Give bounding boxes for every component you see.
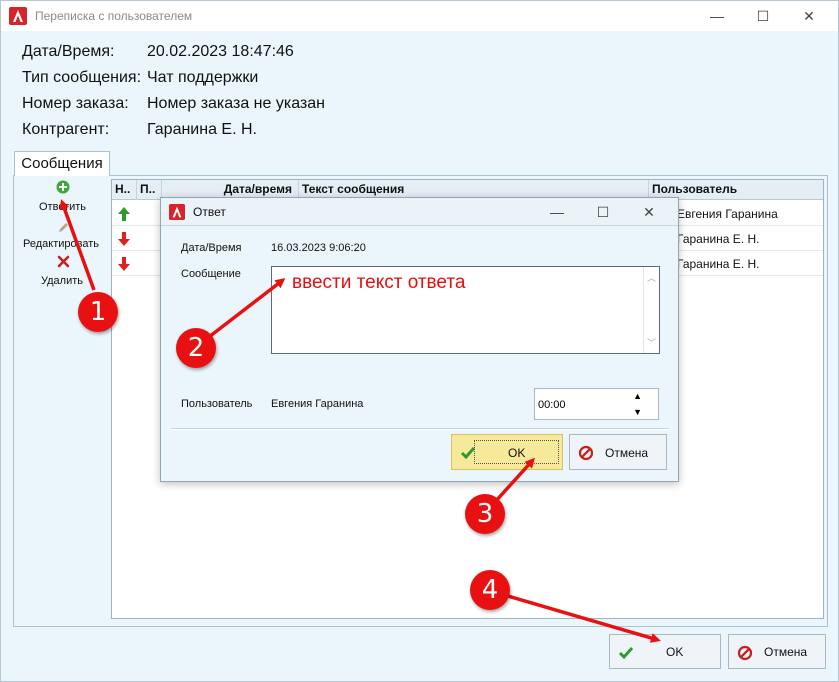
scroll-up-icon[interactable]: ︿	[644, 271, 659, 284]
title-bar: Переписка с пользователем — ☐ ✕	[1, 1, 838, 31]
close-button[interactable]: ✕	[786, 1, 832, 31]
dialog-title-bar: Ответ — ☐ ✕	[161, 198, 678, 226]
time-input[interactable]: 00:00 ▲ ▼	[534, 388, 659, 420]
tab-messages[interactable]: Сообщения	[14, 151, 110, 176]
dialog-cancel-button[interactable]: Отмена	[569, 434, 667, 470]
info-datetime-value: 20.02.2023 18:47:46	[147, 43, 294, 60]
add-icon[interactable]	[56, 180, 70, 194]
edit-icon[interactable]	[57, 220, 69, 234]
dialog-separator	[171, 428, 669, 430]
info-counterparty-value: Гаранина Е. Н.	[147, 121, 257, 138]
cancel-button-label: Отмена	[764, 645, 808, 659]
row-user: Гаранина Е. Н.	[677, 232, 760, 246]
dialog-message-label: Сообщение	[181, 268, 241, 280]
reply-button[interactable]: Ответить	[39, 201, 86, 213]
dialog-ok-button[interactable]: OK	[451, 434, 563, 470]
minimize-button[interactable]: —	[694, 1, 740, 31]
annotation-badge-2: 2	[176, 328, 216, 368]
maximize-icon: ☐	[596, 203, 610, 220]
dialog-minimize-button[interactable]: —	[534, 198, 580, 226]
cancel-button[interactable]: Отмена	[728, 634, 826, 669]
info-order-number-value: Номер заказа не указан	[147, 95, 325, 112]
column-header-p[interactable]: П..	[137, 180, 162, 200]
annotation-text: ввести текст ответа	[292, 272, 466, 293]
annotation-badge-4: 4	[470, 570, 510, 610]
window-title: Переписка с пользователем	[35, 9, 193, 23]
info-message-type-label: Тип сообщения:	[22, 69, 142, 86]
spin-down-icon[interactable]: ▼	[633, 407, 642, 417]
maximize-button[interactable]: ☐	[740, 1, 786, 31]
row-user: Евгения Гаранина	[677, 207, 778, 221]
dialog-cancel-label: Отмена	[605, 446, 649, 460]
maximize-icon: ☐	[756, 7, 770, 24]
dialog-datetime-value: 16.03.2023 9:06:20	[271, 242, 366, 254]
edit-button[interactable]: Редактировать	[23, 238, 99, 250]
spin-up-icon[interactable]: ▲	[633, 391, 642, 401]
dialog-ok-label: OK	[508, 446, 526, 460]
cancel-icon	[737, 645, 753, 661]
info-message-type-value: Чат поддержки	[147, 69, 259, 86]
info-datetime-label: Дата/Время:	[22, 43, 115, 60]
reply-dialog: Ответ — ☐ ✕ Дата/Время 16.03.2023 9:06:2…	[160, 197, 679, 482]
close-icon: ✕	[803, 7, 815, 24]
cancel-icon	[578, 445, 594, 461]
checkmark-icon	[618, 647, 634, 660]
minimize-icon: —	[710, 8, 724, 24]
annotation-badge-1: 1	[78, 292, 118, 332]
dialog-datetime-label: Дата/Время	[181, 242, 242, 254]
minimize-icon: —	[550, 204, 564, 220]
row-user: Гаранина Е. Н.	[677, 257, 760, 271]
app-logo-icon	[169, 204, 185, 220]
ok-button-label: OK	[666, 645, 684, 659]
dialog-title: Ответ	[193, 205, 226, 219]
annotation-badge-3: 3	[465, 494, 505, 534]
info-counterparty-label: Контрагент:	[22, 121, 110, 138]
dialog-close-button[interactable]: ✕	[626, 198, 672, 226]
dialog-user-label: Пользователь	[181, 398, 253, 410]
column-header-n[interactable]: Н..	[112, 180, 137, 200]
arrow-up-icon	[118, 207, 130, 221]
delete-icon[interactable]	[57, 255, 70, 268]
arrow-down-icon	[118, 257, 130, 271]
close-icon: ✕	[643, 203, 655, 220]
dialog-user-value: Евгения Гаранина	[271, 398, 364, 410]
ok-button[interactable]: OK	[609, 634, 721, 669]
info-order-number-label: Номер заказа:	[22, 95, 129, 112]
delete-button[interactable]: Удалить	[41, 275, 83, 287]
time-input-value: 00:00	[538, 399, 566, 411]
arrow-down-icon	[118, 232, 130, 246]
app-logo-icon	[9, 7, 27, 25]
dialog-maximize-button[interactable]: ☐	[580, 198, 626, 226]
memo-scrollbar[interactable]: ︿ ﹀	[643, 267, 659, 353]
scroll-down-icon[interactable]: ﹀	[644, 336, 659, 349]
